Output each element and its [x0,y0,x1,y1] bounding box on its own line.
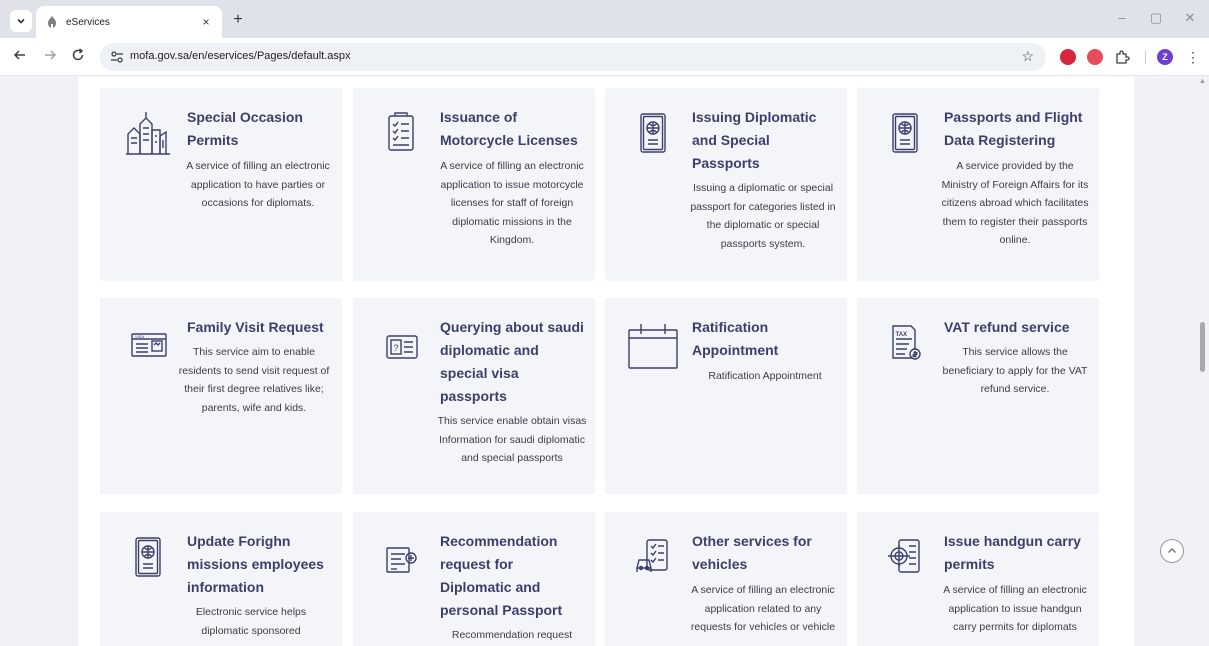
city-skyline-icon [126,112,170,155]
reload-button[interactable] [68,47,88,67]
service-description: Issuing a diplomatic or special passport… [690,182,836,250]
service-card-other-vehicle-services[interactable]: Other services for vehicles A service of… [605,512,847,646]
page-viewport: Special Occasion Permits A service of fi… [0,76,1209,646]
extension-icon-red[interactable] [1060,49,1076,65]
service-title: Other services for vehicles [692,533,812,572]
extension-icon-pink[interactable] [1087,49,1103,65]
service-card-motorcycle-licenses[interactable]: Issuance of Motorcycle Licenses A servic… [353,88,595,281]
service-description: Recommendation request [451,629,573,641]
svg-text:TAX: TAX [896,332,908,338]
browser-toolbar: mofa.gov.sa/en/eservices/Pages/default.a… [0,38,1209,76]
service-card-special-occasion-permits[interactable]: Special Occasion Permits A service of fi… [100,88,342,281]
vehicle-checklist-icon [636,539,668,572]
recommendation-document-icon [386,547,417,573]
arrow-left-icon [13,50,25,60]
service-card-vat-refund[interactable]: TAX VAT refund service This service allo… [857,298,1099,494]
site-settings-icon[interactable] [110,50,124,64]
back-to-top-button[interactable] [1160,539,1184,563]
service-title: Issuance of Motorcycle Licenses [440,109,578,148]
service-card-family-visit-request[interactable]: VISA Family Visit Request This service a… [100,298,342,494]
service-title: Family Visit Request [187,319,324,335]
service-description: This service allows the beneficiary to a… [942,346,1088,396]
service-title: VAT refund service [944,319,1070,335]
url-text: mofa.gov.sa/en/eservices/Pages/default.a… [130,50,351,62]
bookmark-star-icon[interactable]: ☆ [1021,48,1034,65]
svg-text:VISA: VISA [135,334,144,339]
target-document-icon [888,539,920,573]
chevron-up-icon [1168,548,1176,553]
reload-icon [72,48,84,61]
service-card-handgun-carry-permits[interactable]: Issue handgun carry permits A service of… [857,512,1099,646]
service-description: A service of filling an electronic appli… [943,584,1087,634]
service-description: A service of filling an electronic appli… [186,160,330,210]
service-description: A service of filling an electronic appli… [440,160,584,247]
profile-avatar[interactable]: Z [1157,49,1173,65]
passport-icon [892,113,918,153]
service-title: Update Forighn missions employees inform… [187,533,324,595]
services-grid: Special Occasion Permits A service of fi… [78,76,1134,646]
service-description: A service provided by the Ministry of Fo… [941,160,1089,247]
scroll-up-arrow-icon[interactable]: ▲ [1199,78,1206,85]
id-query-icon: ? [386,335,418,359]
minimize-button[interactable]: – [1112,10,1132,25]
tab-close-icon[interactable]: × [198,15,214,29]
service-card-update-missions-employees[interactable]: Update Forighn missions employees inform… [100,512,342,646]
forward-button[interactable] [40,47,60,67]
browser-tab-bar: eServices × + – ▢ ✕ [0,0,1209,38]
passport-icon [640,113,666,153]
service-description: Electronic service helps diplomatic spon… [195,606,307,637]
tax-document-icon: TAX [892,325,921,360]
service-description: This service aim to enable residents to … [178,346,330,414]
restore-button[interactable]: ▢ [1146,10,1166,26]
address-bar[interactable]: mofa.gov.sa/en/eservices/Pages/default.a… [100,43,1046,71]
toolbar-separator [1145,50,1146,64]
svg-text:?: ? [394,343,399,353]
browser-tab[interactable]: eServices × [36,6,222,38]
chevron-down-icon [17,18,25,24]
tab-title: eServices [66,16,110,28]
calendar-icon [628,324,678,369]
service-card-ratification-appointment[interactable]: Ratification Appointment Ratification Ap… [605,298,847,494]
service-title: Issue handgun carry permits [944,533,1081,572]
service-card-passports-flight-data[interactable]: Passports and Flight Data Registering A … [857,88,1099,281]
browser-menu-icon[interactable]: ⋮ [1186,47,1200,67]
service-title: Passports and Flight Data Registering [944,109,1083,148]
back-button[interactable] [10,47,30,67]
tab-search-button[interactable] [10,10,32,32]
close-window-button[interactable]: ✕ [1180,10,1200,26]
site-favicon-icon [44,14,60,30]
scrollbar-thumb[interactable] [1200,322,1205,372]
service-card-querying-diplomatic-visa[interactable]: ? Querying about saudi diplomatic and sp… [353,298,595,494]
service-title: Ratification Appointment [692,319,779,358]
service-card-recommendation-request[interactable]: Recommendation request for Diplomatic an… [353,512,595,646]
service-title: Issuing Diplomatic and Special Passports [692,109,817,171]
service-card-diplomatic-passports[interactable]: Issuing Diplomatic and Special Passports… [605,88,847,281]
service-description: A service of filling an electronic appli… [690,584,836,634]
passport-icon [135,537,161,577]
checklist-document-icon [388,112,414,151]
extensions-puzzle-icon[interactable] [1114,49,1130,70]
page-scrollbar[interactable]: ▲ [1197,76,1207,646]
service-description: This service enable obtain visas Informa… [437,415,587,465]
new-tab-button[interactable]: + [228,10,248,30]
service-title: Special Occasion Permits [187,109,303,148]
visa-card-icon: VISA [131,333,167,357]
service-description: Ratification Appointment [708,370,822,382]
arrow-right-icon [45,50,57,60]
service-title: Recommendation request for Diplomatic an… [440,533,563,618]
service-title: Querying about saudi diplomatic and spec… [440,319,584,404]
